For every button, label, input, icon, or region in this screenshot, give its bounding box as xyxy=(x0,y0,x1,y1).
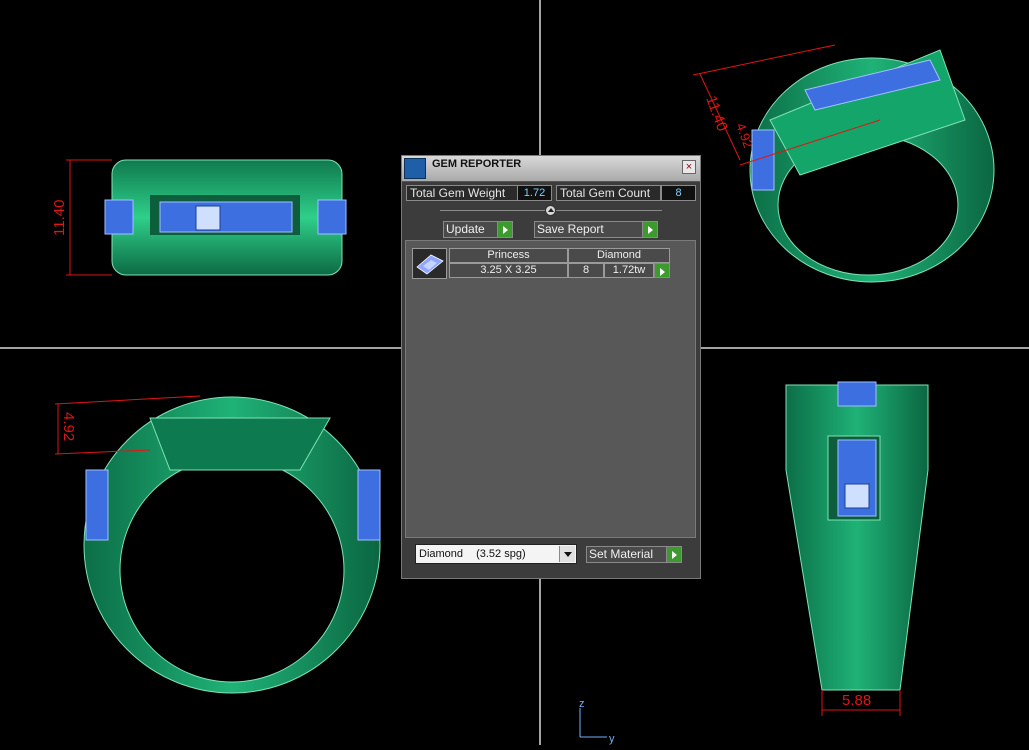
front-dimension: 11.40 xyxy=(51,200,68,236)
princess-gem-thumbnail xyxy=(412,248,447,279)
axis-z-label: z xyxy=(579,698,585,710)
play-icon xyxy=(642,221,658,238)
collapse-arrow-icon[interactable] xyxy=(545,205,556,216)
total-gem-weight-value: 1.72 xyxy=(517,185,552,201)
iso-dimension-2: 4.92 xyxy=(733,121,756,150)
axis-y-label: y xyxy=(609,733,615,745)
gem-weight-cell: 1.72tw xyxy=(604,263,654,278)
gem-reporter-icon xyxy=(404,158,426,179)
gem-material-header: Diamond xyxy=(568,248,670,263)
panel-title: GEM REPORTER xyxy=(432,158,522,170)
close-icon[interactable]: × xyxy=(682,160,696,174)
gem-shape-header: Princess xyxy=(449,248,568,263)
side-dimension: 4.92 xyxy=(60,412,77,441)
ring-top-view: 5.88 xyxy=(785,381,929,716)
axis-indicator: z y xyxy=(579,698,615,745)
save-report-button-label: Save Report xyxy=(537,222,604,236)
panel-titlebar[interactable]: GEM REPORTER × xyxy=(402,156,700,182)
material-dropdown-value: Diamond xyxy=(419,548,464,560)
material-density: (3.52 spg) xyxy=(476,548,526,560)
gem-report-list[interactable]: Princess Diamond 3.25 X 3.25 8 1.72tw xyxy=(405,240,696,538)
chevron-down-icon[interactable] xyxy=(559,546,575,562)
material-dropdown[interactable]: Diamond (3.52 spg) xyxy=(415,544,577,564)
gem-count-cell: 8 xyxy=(568,263,604,278)
row-play-icon[interactable] xyxy=(654,263,670,278)
set-material-button-label: Set Material xyxy=(589,547,654,561)
top-dimension: 5.88 xyxy=(842,692,871,709)
play-icon xyxy=(497,221,513,238)
ring-front-view: 11.40 xyxy=(51,159,347,276)
play-icon xyxy=(666,546,682,563)
save-report-button[interactable]: Save Report xyxy=(534,221,658,238)
gem-reporter-panel: GEM REPORTER × Total Gem Weight 1.72 Tot… xyxy=(401,155,701,579)
gem-size-cell: 3.25 X 3.25 xyxy=(449,263,568,278)
total-gem-count-label: Total Gem Count xyxy=(556,185,661,201)
update-button-label: Update xyxy=(446,222,485,236)
update-button[interactable]: Update xyxy=(443,221,513,238)
ring-side-view: 4.92 xyxy=(54,395,381,694)
ring-iso-view: 11.40 4.92 xyxy=(692,44,995,283)
iso-dimension-1: 11.40 xyxy=(702,94,730,134)
set-material-button[interactable]: Set Material xyxy=(586,546,682,563)
total-gem-count-value: 8 xyxy=(661,185,696,201)
